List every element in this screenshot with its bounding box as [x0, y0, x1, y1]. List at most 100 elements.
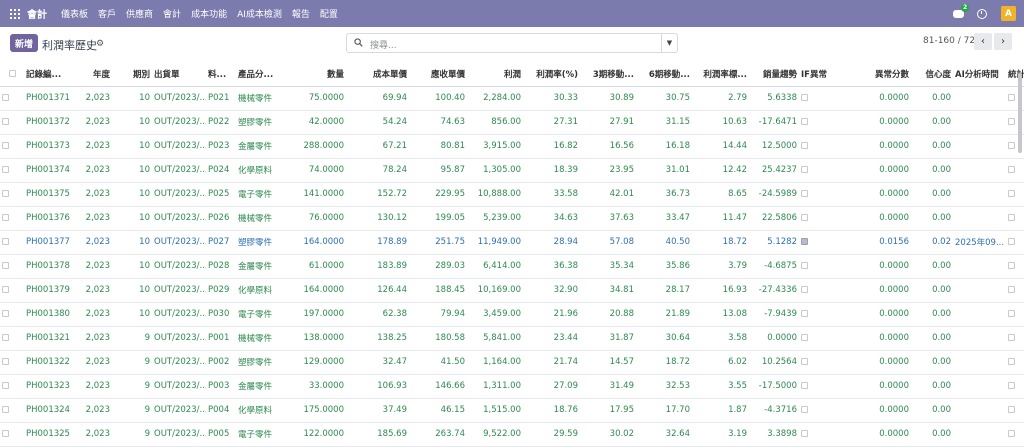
cell-stats-checkbox[interactable]	[1006, 374, 1024, 399]
cell-if-anomaly-checkbox[interactable]	[799, 422, 844, 447]
menu-item-cost-features[interactable]: 成本功能	[191, 7, 227, 20]
cell-if-anomaly-checkbox[interactable]	[799, 254, 844, 279]
table-row[interactable]: PH001375 2,023 10 OUT/2023/... P025 電子零件 141.0…	[0, 182, 1024, 207]
table-row[interactable]: PH001373 2,023 10 OUT/2023/... P023 金屬零件 288.0…	[0, 134, 1024, 159]
user-avatar[interactable]: A	[1001, 6, 1016, 21]
table-row[interactable]: PH001322 2,023 9 OUT/2023/... P002 塑膠零件 129.00…	[0, 350, 1024, 375]
row-checkbox[interactable]	[0, 254, 24, 279]
chat-icon[interactable]: 2	[953, 3, 970, 19]
cell-if-anomaly-checkbox[interactable]	[799, 86, 844, 111]
menu-item-accounting[interactable]: 會計	[163, 7, 181, 20]
cell-if-anomaly-checkbox[interactable]	[799, 230, 844, 255]
table-row[interactable]: PH001371 2,023 10 OUT/2023/... P021 機械零件 75.00…	[0, 86, 1024, 111]
row-checkbox[interactable]	[0, 398, 24, 423]
pager-next-button[interactable]: ›	[994, 33, 1012, 50]
new-button[interactable]: 新增	[10, 34, 38, 52]
col-header-category[interactable]: 產品分...	[236, 62, 291, 87]
table-row[interactable]: PH001372 2,023 10 OUT/2023/... P022 塑膠零件 42.00…	[0, 110, 1024, 135]
cell-if-anomaly-checkbox[interactable]	[799, 398, 844, 423]
select-all-checkbox[interactable]	[0, 62, 24, 87]
col-header-material[interactable]: 料...	[206, 62, 236, 87]
row-checkbox[interactable]	[0, 422, 24, 447]
cell-stats-checkbox[interactable]	[1006, 278, 1024, 303]
menu-item-vendors[interactable]: 供應商	[126, 7, 153, 20]
col-header-shipment[interactable]: 出貨單	[152, 62, 206, 87]
col-header-quantity[interactable]: 數量	[291, 62, 346, 87]
col-header-confidence[interactable]: 信心度	[911, 62, 953, 87]
cell-stats-checkbox[interactable]	[1006, 206, 1024, 231]
vertical-scrollbar[interactable]	[1018, 73, 1022, 153]
row-checkbox[interactable]	[0, 86, 24, 111]
col-header-unit-cost[interactable]: 成本單價	[346, 62, 409, 87]
row-checkbox[interactable]	[0, 110, 24, 135]
col-header-profit[interactable]: 利潤	[467, 62, 523, 87]
menu-item-customers[interactable]: 客戶	[98, 7, 116, 20]
cell-stats-checkbox[interactable]	[1006, 398, 1024, 423]
col-header-if-anomaly[interactable]: IF異常	[799, 62, 844, 87]
menu-item-dashboard[interactable]: 儀表板	[61, 7, 88, 20]
col-header-period[interactable]: 期別	[112, 62, 152, 87]
col-header-ma3[interactable]: 3期移動...	[580, 62, 636, 87]
row-checkbox[interactable]	[0, 350, 24, 375]
cell-if-anomaly-checkbox[interactable]	[799, 374, 844, 399]
row-checkbox[interactable]	[0, 158, 24, 183]
app-brand[interactable]: 會計	[27, 6, 47, 21]
cell-stats-checkbox[interactable]	[1006, 158, 1024, 183]
cell-if-anomaly-checkbox[interactable]	[799, 158, 844, 183]
cell-if-anomaly-checkbox[interactable]	[799, 134, 844, 159]
table-row[interactable]: PH001325 2,023 9 OUT/2023/... P005 電子零件 122.00…	[0, 422, 1024, 447]
cell-if-anomaly-checkbox[interactable]	[799, 350, 844, 375]
table-row[interactable]: PH001374 2,023 10 OUT/2023/... P024 化學原料 74.00…	[0, 158, 1024, 183]
table-row[interactable]: PH001376 2,023 10 OUT/2023/... P026 機械零件 76.00…	[0, 206, 1024, 231]
col-header-year[interactable]: 年度	[82, 62, 112, 87]
row-checkbox[interactable]	[0, 302, 24, 327]
apps-menu-icon[interactable]	[10, 8, 20, 19]
row-checkbox[interactable]	[0, 230, 24, 255]
table-row[interactable]: PH001379 2,023 10 OUT/2023/... P029 化學原料 164.0…	[0, 278, 1024, 303]
activity-clock-icon[interactable]	[977, 8, 987, 19]
pager-value[interactable]: 81-160 / 720	[923, 36, 981, 46]
table-row[interactable]: PH001378 2,023 10 OUT/2023/... P028 金屬零件 61.00…	[0, 254, 1024, 279]
cell-if-anomaly-checkbox[interactable]	[799, 302, 844, 327]
menu-item-reports[interactable]: 報告	[292, 7, 310, 20]
row-checkbox[interactable]	[0, 206, 24, 231]
col-header-margin[interactable]: 利潤率(%)	[523, 62, 580, 87]
row-checkbox[interactable]	[0, 182, 24, 207]
cell-stats-checkbox[interactable]	[1006, 182, 1024, 207]
col-header-ma6[interactable]: 6期移動...	[636, 62, 692, 87]
col-header-anomaly-score[interactable]: 異常分數	[844, 62, 911, 87]
search-input[interactable]: 搜尋...	[370, 38, 397, 51]
search-options-toggle[interactable]: ▼	[661, 34, 677, 52]
cell-stats-checkbox[interactable]	[1006, 230, 1024, 255]
col-header-margin-std[interactable]: 利潤率標...	[692, 62, 749, 87]
cell-period: 9	[112, 422, 152, 447]
menu-item-ai-cost-detection[interactable]: AI成本檢測	[237, 7, 282, 20]
cell-stats-checkbox[interactable]	[1006, 302, 1024, 327]
cell-stats-checkbox[interactable]	[1006, 350, 1024, 375]
table-row[interactable]: PH001321 2,023 9 OUT/2023/... P001 機械零件 138.00…	[0, 326, 1024, 351]
pager-previous-button[interactable]: ‹	[974, 33, 992, 50]
table-row[interactable]: PH001377 2,023 10 OUT/2023/... P027 塑膠零件 164.0…	[0, 230, 1024, 255]
row-checkbox[interactable]	[0, 278, 24, 303]
menu-item-configuration[interactable]: 配置	[320, 7, 338, 20]
row-checkbox[interactable]	[0, 326, 24, 351]
col-header-sales-trend[interactable]: 銷量趨勢	[749, 62, 799, 87]
cell-stats-checkbox[interactable]	[1006, 422, 1024, 447]
cell-if-anomaly-checkbox[interactable]	[799, 182, 844, 207]
row-checkbox[interactable]	[0, 374, 24, 399]
cell-if-anomaly-checkbox[interactable]	[799, 206, 844, 231]
cell-stats-checkbox[interactable]	[1006, 254, 1024, 279]
table-row[interactable]: PH001323 2,023 9 OUT/2023/... P003 金屬零件 33.000…	[0, 374, 1024, 399]
page-title[interactable]: 利潤率歷史	[42, 37, 97, 53]
col-header-ai-time[interactable]: AI分析時間	[953, 62, 1006, 87]
col-header-record-no[interactable]: 記錄編...	[24, 62, 82, 87]
row-checkbox[interactable]	[0, 134, 24, 159]
cell-if-anomaly-checkbox[interactable]	[799, 278, 844, 303]
table-row[interactable]: PH001324 2,023 9 OUT/2023/... P004 化學原料 175.00…	[0, 398, 1024, 423]
gear-icon[interactable]: ⚙	[96, 39, 104, 49]
cell-if-anomaly-checkbox[interactable]	[799, 110, 844, 135]
cell-stats-checkbox[interactable]	[1006, 326, 1024, 351]
cell-if-anomaly-checkbox[interactable]	[799, 326, 844, 351]
table-row[interactable]: PH001380 2,023 10 OUT/2023/... P030 電子零件 197.0…	[0, 302, 1024, 327]
col-header-unit-price[interactable]: 應收單價	[409, 62, 467, 87]
